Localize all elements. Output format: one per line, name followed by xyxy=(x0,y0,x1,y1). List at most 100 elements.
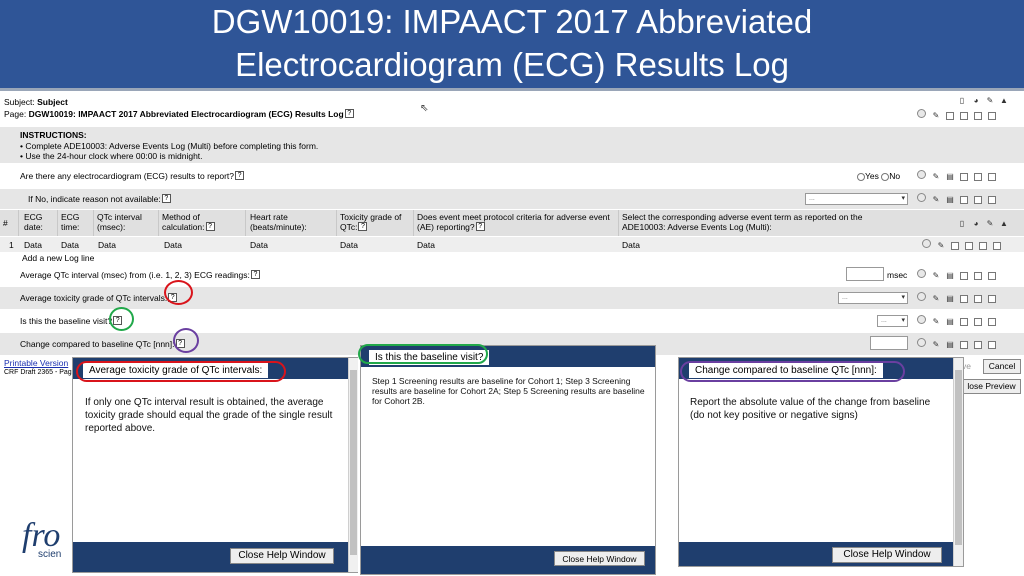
note-icon[interactable]: ▤ xyxy=(946,294,954,303)
audit-icon[interactable]: ◕ xyxy=(972,96,980,105)
pen-icon[interactable]: ✎ xyxy=(937,241,945,250)
subject-value[interactable]: Subject xyxy=(37,97,68,107)
page-status-icons: ✎ xyxy=(917,109,996,120)
reason-select[interactable]: ... ▾ xyxy=(805,193,908,205)
review-checkbox[interactable] xyxy=(974,340,982,349)
freeze-checkbox[interactable] xyxy=(960,111,968,120)
status-circle-icon[interactable] xyxy=(917,338,926,347)
review-checkbox[interactable] xyxy=(974,172,982,181)
close-help-window-button[interactable]: Close Help Window xyxy=(554,551,645,566)
logo-fro: fro xyxy=(22,517,61,554)
cell-qtc-interval[interactable]: Data xyxy=(98,240,116,250)
scrollbar-thumb[interactable] xyxy=(350,370,357,555)
lock-checkbox[interactable] xyxy=(993,241,1001,250)
table-toolbar: ▯ ◕ ✎ ▲ xyxy=(952,218,1008,228)
pen-icon[interactable]: ✎ xyxy=(932,271,940,280)
note-icon[interactable]: ▤ xyxy=(946,340,954,349)
avg-qtc-input[interactable] xyxy=(846,267,884,281)
document-icon[interactable]: ▯ xyxy=(958,96,966,105)
avg-toxicity-select[interactable]: ... ▾ xyxy=(838,292,908,304)
audit-icon[interactable]: ◕ xyxy=(972,219,980,228)
pen-icon[interactable]: ✎ xyxy=(932,340,940,349)
pen-icon[interactable]: ✎ xyxy=(932,172,940,181)
yes-radio[interactable] xyxy=(857,172,865,181)
help-icon[interactable]: ? xyxy=(475,222,485,231)
pen-icon[interactable]: ✎ xyxy=(986,219,994,228)
lock-checkbox[interactable] xyxy=(988,340,996,349)
cell-toxicity[interactable]: Data xyxy=(340,240,358,250)
freeze-checkbox[interactable] xyxy=(979,241,987,250)
cell-ae-term[interactable]: Data xyxy=(622,240,640,250)
cell-method[interactable]: Data xyxy=(164,240,182,250)
status-circle-icon[interactable] xyxy=(917,292,926,301)
verify-checkbox[interactable] xyxy=(946,111,954,120)
change-baseline-input[interactable] xyxy=(870,336,908,350)
cell-ecg-date[interactable]: Data xyxy=(24,240,42,250)
lock-checkbox[interactable] xyxy=(988,317,996,326)
cell-heart-rate[interactable]: Data xyxy=(250,240,268,250)
help-icon[interactable]: ? xyxy=(358,222,368,231)
row-reason: If No, indicate reason not available:? .… xyxy=(0,189,1024,209)
verify-checkbox[interactable] xyxy=(960,271,968,280)
table-row[interactable]: 1 Data Data Data Data Data Data Data Dat… xyxy=(0,237,1024,252)
close-preview-button[interactable]: lose Preview xyxy=(962,379,1021,394)
status-circle-icon[interactable] xyxy=(917,170,926,179)
pen-icon[interactable]: ✎ xyxy=(932,195,940,204)
ecg-results-question: Are there any electrocardiogram (ECG) re… xyxy=(20,171,245,181)
lock-checkbox[interactable] xyxy=(988,294,996,303)
pen-icon[interactable]: ✎ xyxy=(932,317,940,326)
verify-checkbox[interactable] xyxy=(960,294,968,303)
lock-checkbox[interactable] xyxy=(988,271,996,280)
help-icon[interactable]: ? xyxy=(161,194,171,203)
printable-version-link[interactable]: Printable Version xyxy=(4,358,68,368)
help-icon[interactable]: ? xyxy=(250,270,260,279)
status-circle-icon[interactable] xyxy=(917,193,926,202)
pen-icon[interactable]: ✎ xyxy=(932,294,940,303)
review-checkbox[interactable] xyxy=(974,294,982,303)
review-checkbox[interactable] xyxy=(974,317,982,326)
review-checkbox[interactable] xyxy=(974,195,982,204)
review-checkbox[interactable] xyxy=(974,111,982,120)
verify-checkbox[interactable] xyxy=(960,340,968,349)
review-checkbox[interactable] xyxy=(965,241,973,250)
lock-checkbox[interactable] xyxy=(988,172,996,181)
note-icon[interactable]: ▤ xyxy=(946,317,954,326)
document-icon[interactable]: ▯ xyxy=(958,219,966,228)
lock-checkbox[interactable] xyxy=(988,195,996,204)
verify-checkbox[interactable] xyxy=(960,317,968,326)
verify-checkbox[interactable] xyxy=(960,172,968,181)
verify-checkbox[interactable] xyxy=(951,241,959,250)
scrollbar[interactable] xyxy=(953,358,963,566)
help-icon[interactable]: ? xyxy=(205,222,215,231)
note-icon[interactable]: ▤ xyxy=(946,172,954,181)
help-icon[interactable]: ? xyxy=(235,171,245,180)
note-icon[interactable]: ▤ xyxy=(946,195,954,204)
add-log-line-link[interactable]: Add a new Log line xyxy=(22,253,94,263)
lock-icon[interactable]: ▲ xyxy=(1000,219,1008,228)
cell-ecg-time[interactable]: Data xyxy=(61,240,79,250)
close-help-window-button[interactable]: Close Help Window xyxy=(230,548,334,564)
lock-checkbox[interactable] xyxy=(988,111,996,120)
status-circle-icon[interactable] xyxy=(922,239,931,248)
review-checkbox[interactable] xyxy=(974,271,982,280)
close-help-window-button[interactable]: Close Help Window xyxy=(832,547,942,563)
lock-icon[interactable]: ▲ xyxy=(1000,96,1008,105)
cancel-button[interactable]: Cancel xyxy=(983,359,1021,374)
verify-checkbox[interactable] xyxy=(960,195,968,204)
pen-icon[interactable]: ✎ xyxy=(932,111,940,120)
note-icon[interactable]: ▤ xyxy=(946,271,954,280)
header-toolbar: ▯ ◕ ✎ ▲ xyxy=(952,95,1008,105)
help-icon[interactable]: ? xyxy=(344,109,354,118)
status-circle-icon[interactable] xyxy=(917,109,926,118)
status-circle-icon[interactable] xyxy=(917,269,926,278)
scrollbar[interactable] xyxy=(348,358,358,572)
pen-icon[interactable]: ✎ xyxy=(986,96,994,105)
scrollbar-thumb[interactable] xyxy=(955,370,962,545)
help-window-change-baseline: Change compared to baseline QTc [nnn]: R… xyxy=(678,357,964,567)
cell-protocol[interactable]: Data xyxy=(417,240,435,250)
column-divider xyxy=(618,210,619,236)
status-circle-icon[interactable] xyxy=(917,315,926,324)
reason-label: If No, indicate reason not available: xyxy=(28,194,161,204)
baseline-select[interactable]: ... ▾ xyxy=(877,315,908,327)
change-baseline-question: Change compared to baseline QTc [nnn]:? xyxy=(20,339,185,349)
